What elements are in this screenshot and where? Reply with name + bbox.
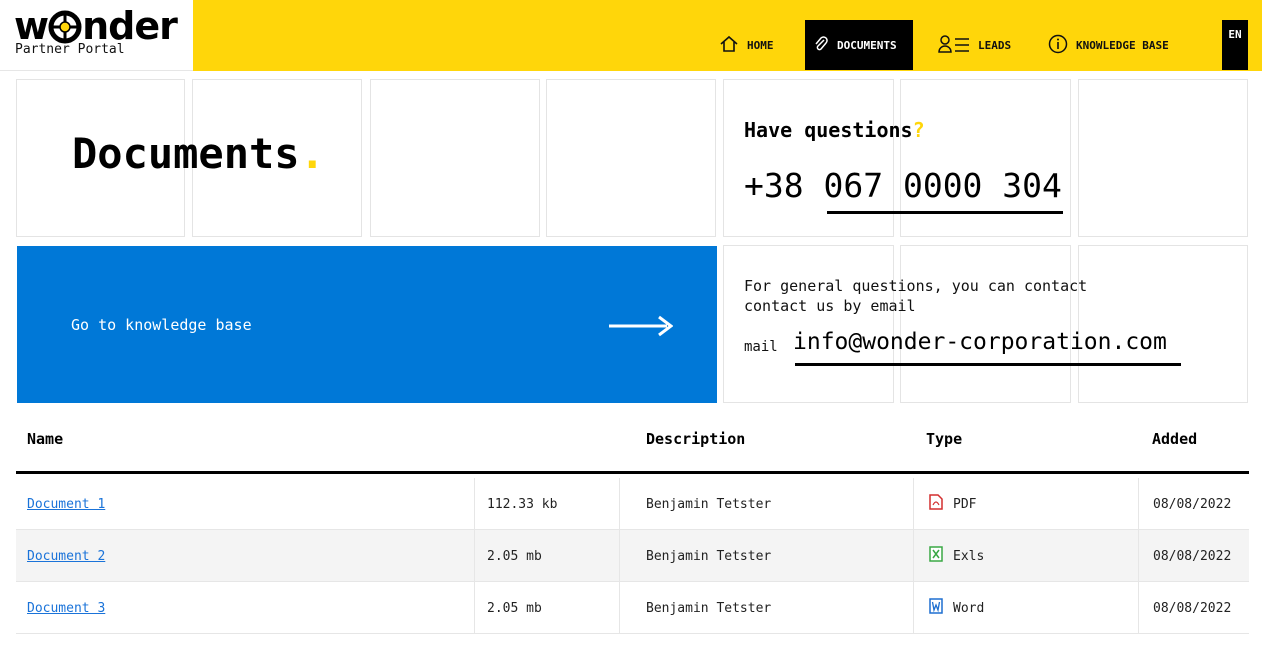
table-header-rule bbox=[16, 471, 1249, 474]
grid-tile bbox=[723, 245, 894, 403]
column-divider bbox=[1138, 478, 1139, 530]
column-divider bbox=[619, 530, 620, 582]
grid-tile bbox=[546, 79, 716, 237]
phone-underline bbox=[827, 211, 1063, 214]
top-header: w nder Partner Portal HOME DOCUMENTS LEAD… bbox=[0, 0, 1262, 71]
info-icon bbox=[1048, 34, 1076, 57]
column-divider bbox=[474, 530, 475, 582]
date-added: 08/08/2022 bbox=[1153, 600, 1232, 616]
language-switch[interactable]: EN bbox=[1222, 20, 1248, 70]
pdf-file-icon bbox=[929, 494, 943, 514]
column-header-description[interactable]: Description bbox=[646, 430, 745, 448]
contact-description: For general questions, you can contact c… bbox=[744, 277, 1088, 315]
user-list-icon bbox=[938, 34, 978, 57]
table-row: Document 2 2.05 mb Benjamin Tetster Exls… bbox=[16, 530, 1249, 582]
type-cell: Exls bbox=[929, 530, 984, 582]
arrow-right-icon bbox=[609, 315, 674, 341]
document-link[interactable]: Document 3 bbox=[27, 601, 105, 616]
description-cell: Benjamin Tetster bbox=[646, 548, 772, 564]
nav-item-knowledge-base[interactable]: KNOWLEDGE BASE bbox=[1048, 20, 1169, 70]
grid-tile bbox=[370, 79, 540, 237]
logo[interactable]: w nder Partner Portal bbox=[0, 0, 193, 71]
mail-label: mail bbox=[744, 339, 778, 355]
column-divider bbox=[913, 530, 914, 582]
nav-item-leads[interactable]: LEADS bbox=[938, 20, 1011, 70]
paperclip-icon bbox=[813, 35, 837, 55]
grid-tile bbox=[1078, 79, 1248, 237]
column-divider bbox=[913, 478, 914, 530]
date-added: 08/08/2022 bbox=[1153, 496, 1232, 512]
questions-heading-mark: ? bbox=[912, 118, 925, 142]
nav-label-home: HOME bbox=[747, 38, 774, 52]
file-size: 2.05 mb bbox=[487, 548, 542, 564]
main-nav: HOME DOCUMENTS LEADS KNOWLEDGE BASE EN bbox=[193, 0, 1262, 71]
excel-file-icon bbox=[929, 546, 943, 566]
word-file-icon bbox=[929, 598, 943, 618]
nav-label-leads: LEADS bbox=[978, 38, 1012, 52]
file-size: 112.33 kb bbox=[487, 496, 558, 512]
column-divider bbox=[1138, 582, 1139, 634]
column-header-name[interactable]: Name bbox=[27, 430, 63, 448]
column-divider bbox=[474, 478, 475, 530]
questions-heading-text: Have questions bbox=[744, 118, 913, 142]
file-size: 2.05 mb bbox=[487, 600, 542, 616]
table-row: Document 3 2.05 mb Benjamin Tetster Word… bbox=[16, 582, 1249, 634]
table-row: Document 1 112.33 kb Benjamin Tetster PD… bbox=[16, 478, 1249, 530]
email-link[interactable]: info@wonder-corporation.com bbox=[793, 329, 1167, 355]
document-link[interactable]: Document 2 bbox=[27, 549, 105, 564]
grid-tile bbox=[900, 245, 1071, 403]
nav-item-documents[interactable]: DOCUMENTS bbox=[805, 20, 913, 70]
phone-prefix: +38 bbox=[744, 166, 804, 205]
type-cell: Word bbox=[929, 582, 984, 634]
questions-heading: Have questions? bbox=[744, 118, 925, 142]
column-divider bbox=[619, 478, 620, 530]
column-header-added[interactable]: Added bbox=[1152, 430, 1197, 448]
document-link[interactable]: Document 1 bbox=[27, 497, 105, 512]
grid-tile bbox=[1078, 245, 1248, 403]
column-divider bbox=[474, 582, 475, 634]
phone-number[interactable]: +38 067 0000 304 bbox=[744, 166, 1062, 205]
file-type-label: Word bbox=[953, 600, 985, 616]
type-cell: PDF bbox=[929, 478, 976, 530]
column-divider bbox=[619, 582, 620, 634]
knowledge-base-link-tile[interactable]: Go to knowledge base bbox=[17, 246, 717, 403]
nav-item-home[interactable]: HOME bbox=[719, 20, 774, 70]
description-cell: Benjamin Tetster bbox=[646, 496, 772, 512]
logo-subtitle: Partner Portal bbox=[15, 42, 125, 57]
column-divider bbox=[1138, 530, 1139, 582]
date-added: 08/08/2022 bbox=[1153, 548, 1232, 564]
page-title-dot: . bbox=[299, 129, 325, 178]
column-divider bbox=[913, 582, 914, 634]
column-header-type[interactable]: Type bbox=[926, 430, 962, 448]
nav-label-knowledge-base: KNOWLEDGE BASE bbox=[1076, 38, 1169, 52]
file-type-label: Exls bbox=[953, 548, 985, 564]
page-title: Documents. bbox=[72, 129, 325, 178]
email-underline bbox=[795, 363, 1181, 366]
home-icon bbox=[719, 35, 747, 56]
phone-digits: 067 0000 304 bbox=[823, 166, 1062, 205]
nav-label-documents: DOCUMENTS bbox=[837, 38, 897, 52]
page-title-text: Documents bbox=[72, 129, 300, 178]
knowledge-base-link-label: Go to knowledge base bbox=[71, 316, 252, 334]
file-type-label: PDF bbox=[953, 496, 977, 512]
description-cell: Benjamin Tetster bbox=[646, 600, 772, 616]
